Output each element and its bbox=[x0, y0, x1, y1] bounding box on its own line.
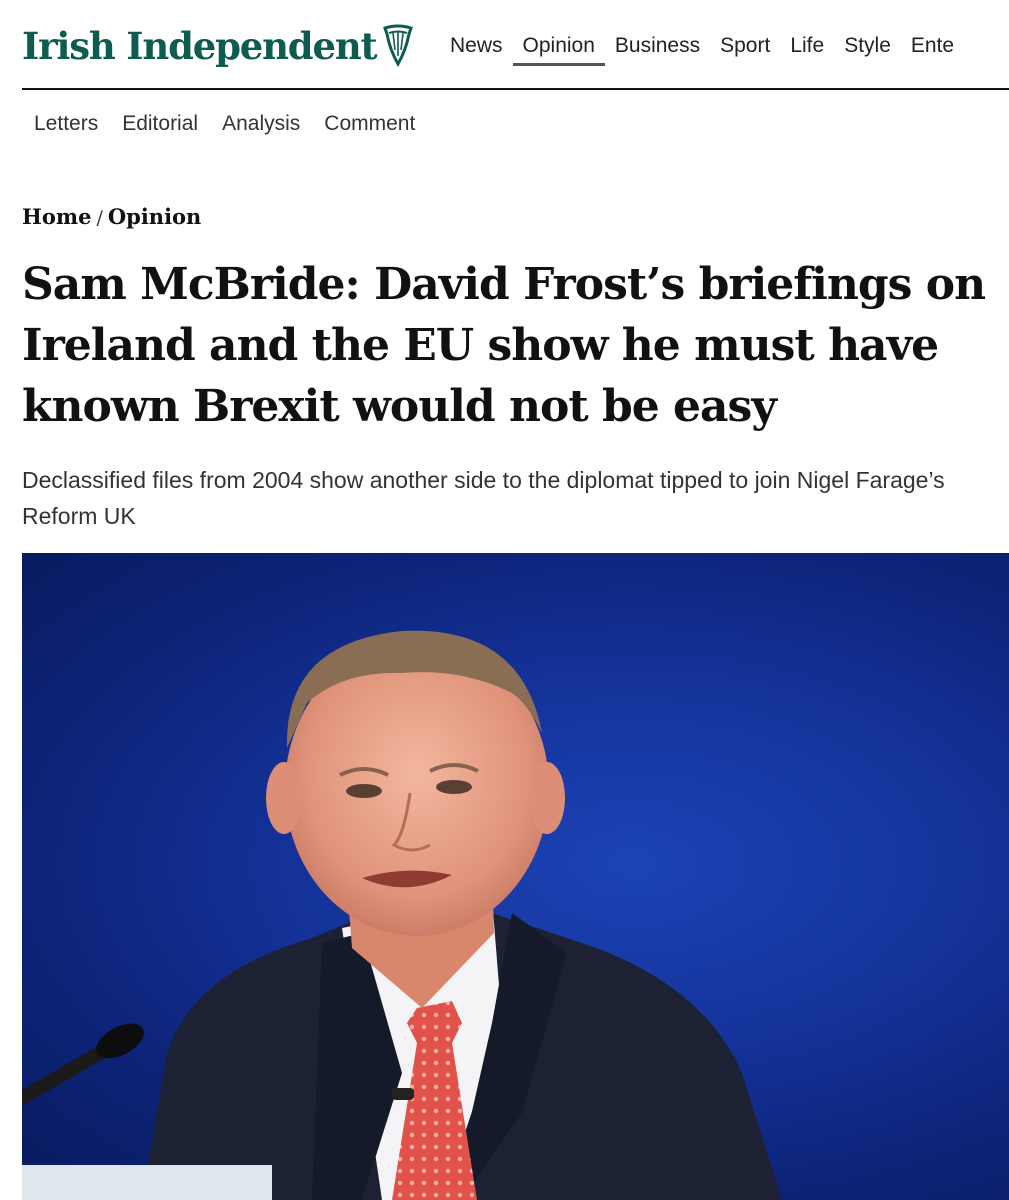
primary-nav: News Opinion Business Sport Life Style E… bbox=[440, 28, 964, 66]
subnav-item-letters[interactable]: Letters bbox=[22, 108, 110, 140]
masthead: Irish Independent News Opinion Business … bbox=[0, 0, 1009, 90]
section-subnav: Letters Editorial Analysis Comment bbox=[22, 108, 427, 140]
nav-item-opinion[interactable]: Opinion bbox=[512, 28, 605, 66]
harp-icon bbox=[382, 24, 414, 68]
breadcrumb-home[interactable]: Home bbox=[22, 204, 91, 229]
article-headline: Sam McBride: David Frost’s briefings on … bbox=[22, 259, 986, 432]
masthead-divider bbox=[22, 88, 1009, 90]
subnav-item-analysis[interactable]: Analysis bbox=[210, 108, 312, 140]
nav-item-business[interactable]: Business bbox=[605, 28, 710, 66]
subnav-item-editorial[interactable]: Editorial bbox=[110, 108, 210, 140]
breadcrumb: Home / Opinion bbox=[22, 204, 201, 229]
nav-item-life[interactable]: Life bbox=[780, 28, 834, 66]
breadcrumb-separator: / bbox=[96, 207, 103, 229]
article-standfirst: Declassified files from 2004 show anothe… bbox=[22, 467, 945, 529]
subnav-item-comment[interactable]: Comment bbox=[312, 108, 427, 140]
nav-item-entertainment[interactable]: Ente bbox=[901, 28, 964, 66]
nav-item-style[interactable]: Style bbox=[834, 28, 901, 66]
site-logo[interactable]: Irish Independent bbox=[22, 20, 414, 72]
nav-item-sport[interactable]: Sport bbox=[710, 28, 780, 66]
site-logo-text: Irish Independent bbox=[22, 24, 378, 68]
breadcrumb-opinion[interactable]: Opinion bbox=[108, 204, 201, 229]
article-hero-image bbox=[22, 553, 1009, 1200]
nav-item-news[interactable]: News bbox=[440, 28, 513, 66]
